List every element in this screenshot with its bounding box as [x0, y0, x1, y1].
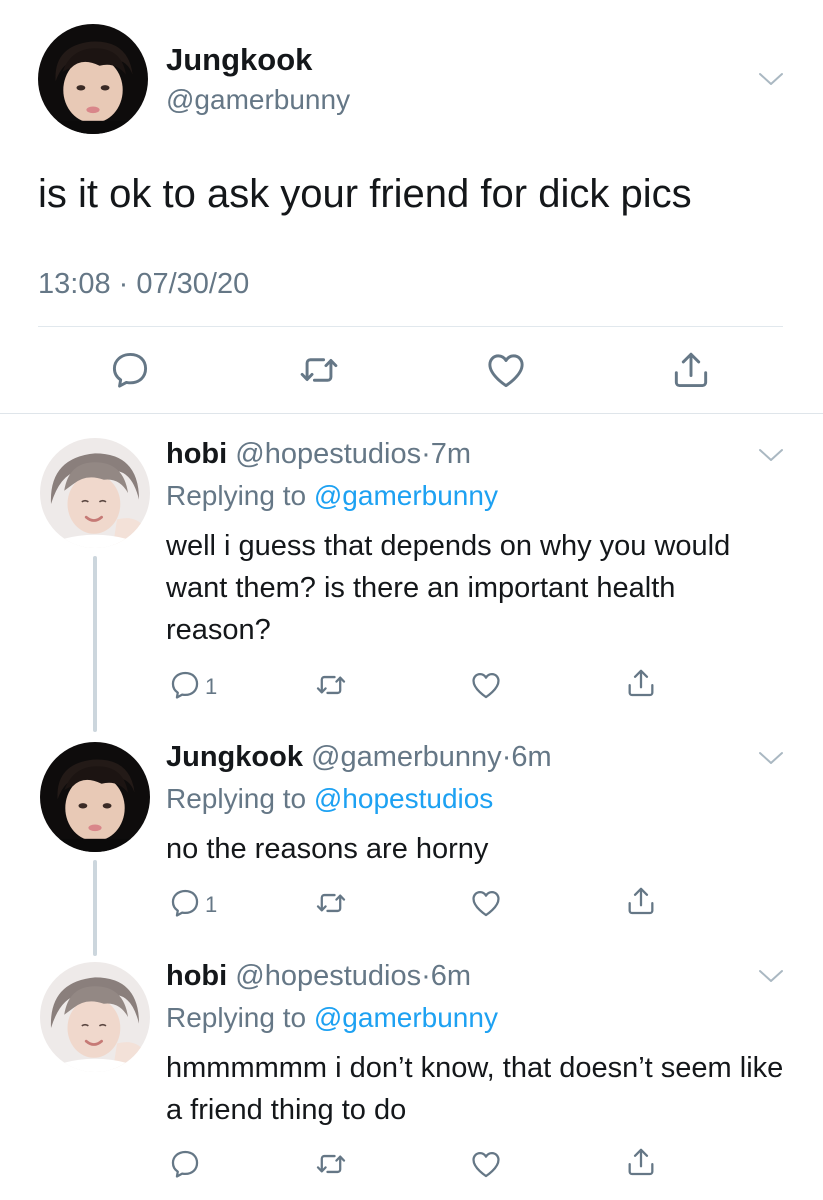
author-handle[interactable]: @gamerbunny [311, 741, 502, 773]
thread-line [93, 860, 97, 956]
author-name[interactable]: Jungkook [166, 741, 303, 773]
reply-icon[interactable] [108, 348, 152, 392]
reply-header: hobi @hopestudios·6m [166, 960, 471, 993]
retweet-icon[interactable] [314, 886, 348, 920]
replying-prefix: Replying to [166, 480, 314, 511]
like-icon[interactable] [469, 886, 503, 920]
retweet-icon[interactable] [297, 348, 341, 392]
mention-link[interactable]: @gamerbunny [314, 1002, 498, 1033]
author-handle[interactable]: @hopestudios [235, 960, 421, 992]
reply-count: 1 [205, 674, 218, 699]
author-name[interactable]: hobi [166, 960, 227, 992]
separator: · [421, 438, 431, 470]
author-name[interactable]: hobi [166, 438, 227, 470]
replying-to: Replying to @gamerbunny [166, 1002, 498, 1034]
avatar[interactable] [38, 24, 148, 134]
chevron-down-icon[interactable] [758, 750, 784, 766]
divider [0, 413, 823, 414]
reply-header: hobi @hopestudios·7m [166, 438, 471, 471]
author-handle[interactable]: @hopestudios [235, 438, 421, 470]
reply-text: well i guess that depends on why you wou… [166, 530, 731, 646]
separator: · [501, 741, 512, 773]
reply-icon[interactable] [168, 668, 202, 702]
chevron-down-icon[interactable] [758, 968, 784, 984]
mention-link[interactable]: @hopestudios [314, 783, 493, 814]
avatar[interactable] [40, 742, 150, 852]
share-icon[interactable] [624, 884, 658, 918]
replying-to: Replying to @gamerbunny [166, 480, 498, 512]
separator: · [421, 960, 431, 992]
avatar[interactable] [40, 962, 150, 1072]
replying-to: Replying to @hopestudios [166, 783, 493, 815]
reply-count: 1 [205, 892, 218, 917]
reply-icon[interactable] [168, 1147, 202, 1181]
main-tweet: Jungkook @gamerbunny is it ok to ask you… [0, 0, 823, 414]
tweet-text: is it ok to ask your friend for dick pic… [38, 172, 692, 216]
chevron-down-icon[interactable] [758, 447, 784, 463]
mention-link[interactable]: @gamerbunny [314, 480, 498, 511]
reply-header: Jungkook @gamerbunny·6m [166, 741, 552, 774]
share-icon[interactable] [624, 1145, 658, 1179]
reply-text: hmmmmmm i don’t know, that doesn’t seem … [166, 1052, 784, 1126]
avatar[interactable] [40, 438, 150, 548]
reply-time: 7m [430, 438, 472, 470]
replying-prefix: Replying to [166, 1002, 314, 1033]
thread-line [93, 556, 97, 732]
share-icon[interactable] [624, 666, 658, 700]
divider [38, 326, 783, 327]
tweet-timestamp: 13:08 · 07/30/20 [38, 268, 250, 300]
like-icon[interactable] [469, 668, 503, 702]
chevron-down-icon[interactable] [758, 71, 784, 87]
retweet-icon[interactable] [314, 1147, 348, 1181]
reply-text: no the reasons are horny [166, 833, 489, 865]
author-handle[interactable]: @gamerbunny [166, 84, 350, 116]
retweet-icon[interactable] [314, 668, 348, 702]
author-name[interactable]: Jungkook [166, 42, 312, 78]
like-icon[interactable] [484, 348, 528, 392]
replying-prefix: Replying to [166, 783, 314, 814]
reply-time: 6m [430, 960, 472, 992]
reply-icon[interactable] [168, 886, 202, 920]
share-icon[interactable] [669, 348, 713, 392]
like-icon[interactable] [469, 1147, 503, 1181]
reply-time: 6m [511, 741, 552, 773]
